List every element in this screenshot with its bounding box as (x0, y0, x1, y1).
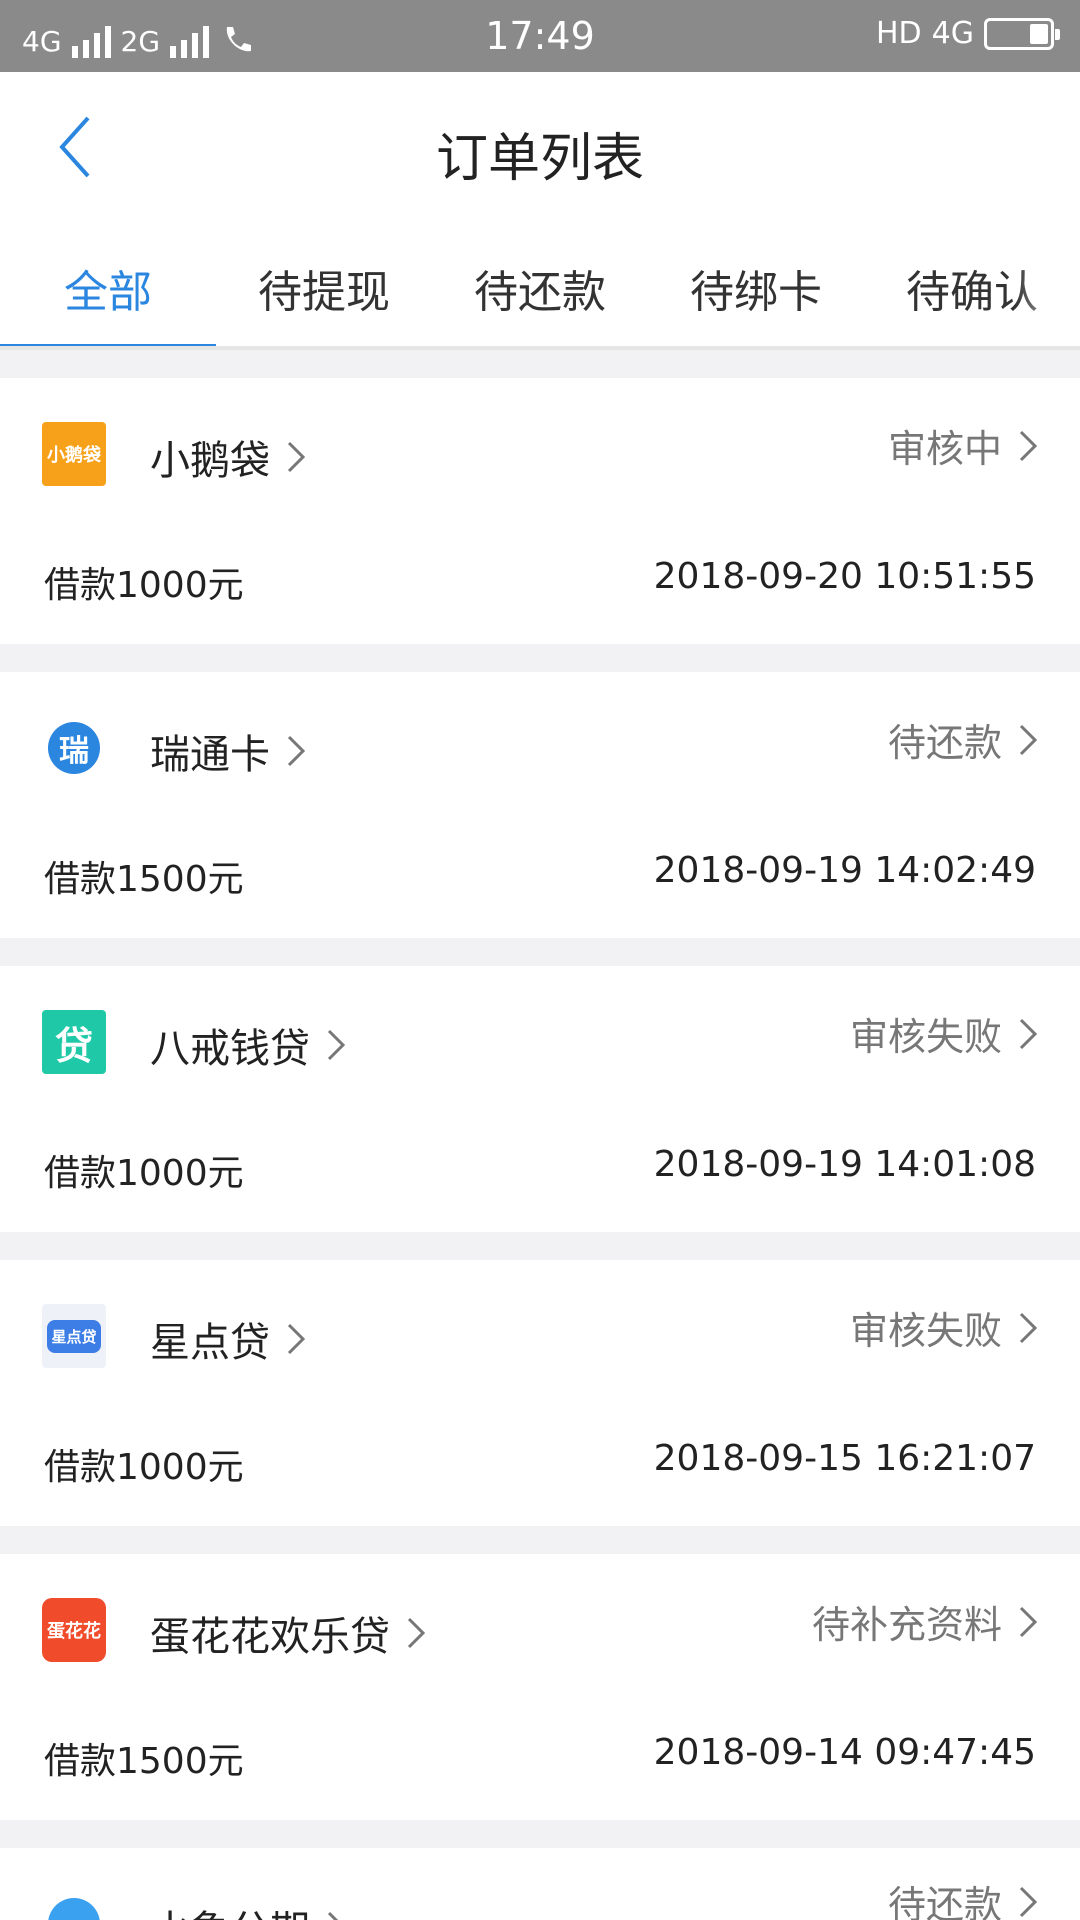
order-date: 2018-09-15 16:21:07 (653, 1438, 1036, 1479)
tab-pending-repay[interactable]: 待还款 (432, 256, 648, 320)
order-name[interactable]: 八戒钱贷 (150, 1016, 348, 1074)
chevron-right-icon (1019, 1018, 1038, 1049)
order-card[interactable]: 贷 八戒钱贷 审核失败 借款1000元 2018-09-19 14:01:08 (0, 966, 1080, 1232)
chevron-right-icon (327, 1911, 339, 1920)
order-name[interactable]: 水象分期 (150, 1898, 348, 1920)
hd-indicator: HD (875, 16, 922, 51)
order-card[interactable]: 蛋花花 蛋花花欢乐贷 待补充资料 借款1500元 2018-09-14 09:4… (0, 1554, 1080, 1820)
order-date: 2018-09-19 14:01:08 (653, 1144, 1036, 1185)
title-bar: 订单列表 (0, 72, 1080, 222)
order-date: 2018-09-19 14:02:49 (653, 850, 1036, 891)
order-name[interactable]: 瑞通卡 (150, 722, 308, 780)
order-status[interactable]: 审核失败 (850, 1006, 1040, 1061)
chevron-right-icon (327, 1029, 346, 1061)
order-card[interactable]: 瑞 瑞通卡 待还款 借款1500元 2018-09-19 14:02:49 (0, 672, 1080, 938)
xingdiandai-logo-icon: 星点贷 (42, 1304, 106, 1368)
tab-pending-bind-card[interactable]: 待绑卡 (648, 256, 864, 320)
chevron-right-icon (407, 1617, 426, 1649)
tab-bar: 全部 待提现 待还款 待绑卡 待确认 (0, 222, 1080, 350)
chevron-right-icon (1019, 1312, 1038, 1343)
order-status[interactable]: 待还款 (888, 1874, 1040, 1920)
page-title: 订单列表 (435, 129, 644, 189)
status-bar-right: HD 4G (875, 16, 1060, 51)
order-name[interactable]: 蛋花花欢乐贷 (150, 1604, 428, 1662)
order-amount: 借款1000元 (44, 565, 244, 606)
chevron-right-icon (1019, 724, 1038, 755)
order-amount: 借款1000元 (44, 1153, 244, 1194)
xiaoedai-logo-icon: 小鹅袋 (42, 422, 106, 486)
network-type-3: 4G (931, 16, 974, 51)
tab-pending-confirm[interactable]: 待确认 (864, 256, 1080, 320)
order-date: 2018-09-20 10:51:55 (653, 556, 1036, 597)
order-name[interactable]: 星点贷 (150, 1310, 308, 1368)
battery-icon (984, 17, 1060, 50)
order-amount: 借款1500元 (44, 1741, 244, 1782)
order-status[interactable]: 审核中 (888, 418, 1040, 473)
order-amount: 借款1500元 (44, 859, 244, 900)
order-status[interactable]: 待补充资料 (812, 1594, 1040, 1649)
chevron-right-icon (287, 735, 306, 767)
tab-all[interactable]: 全部 (0, 256, 216, 320)
order-status[interactable]: 审核失败 (850, 1300, 1040, 1355)
chevron-right-icon (1019, 1886, 1038, 1917)
chevron-right-icon (287, 441, 306, 473)
bajieqiandai-logo-icon: 贷 (42, 1010, 106, 1074)
chevron-right-icon (287, 1323, 306, 1355)
order-card[interactable]: 小鹅袋 小鹅袋 审核中 借款1000元 2018-09-20 10:51:55 (0, 378, 1080, 644)
order-card[interactable]: 水象分期 待还款 (0, 1848, 1080, 1920)
order-card[interactable]: 星点贷 星点贷 审核失败 借款1000元 2018-09-15 16:21:07 (0, 1260, 1080, 1526)
shuixiang-logo-icon (42, 1892, 106, 1920)
order-status[interactable]: 待还款 (888, 712, 1040, 767)
ruitongka-logo-icon: 瑞 (42, 716, 106, 780)
order-date: 2018-09-14 09:47:45 (653, 1732, 1036, 1773)
order-name[interactable]: 小鹅袋 (150, 428, 308, 486)
chevron-right-icon (1019, 1606, 1038, 1637)
status-bar: 4G 2G 17:49 HD 4G (0, 0, 1080, 72)
order-amount: 借款1000元 (44, 1447, 244, 1488)
active-tab-indicator (0, 344, 216, 346)
tab-pending-withdraw[interactable]: 待提现 (216, 256, 432, 320)
chevron-right-icon (1019, 430, 1038, 461)
danhuahua-logo-icon: 蛋花花 (42, 1598, 106, 1662)
